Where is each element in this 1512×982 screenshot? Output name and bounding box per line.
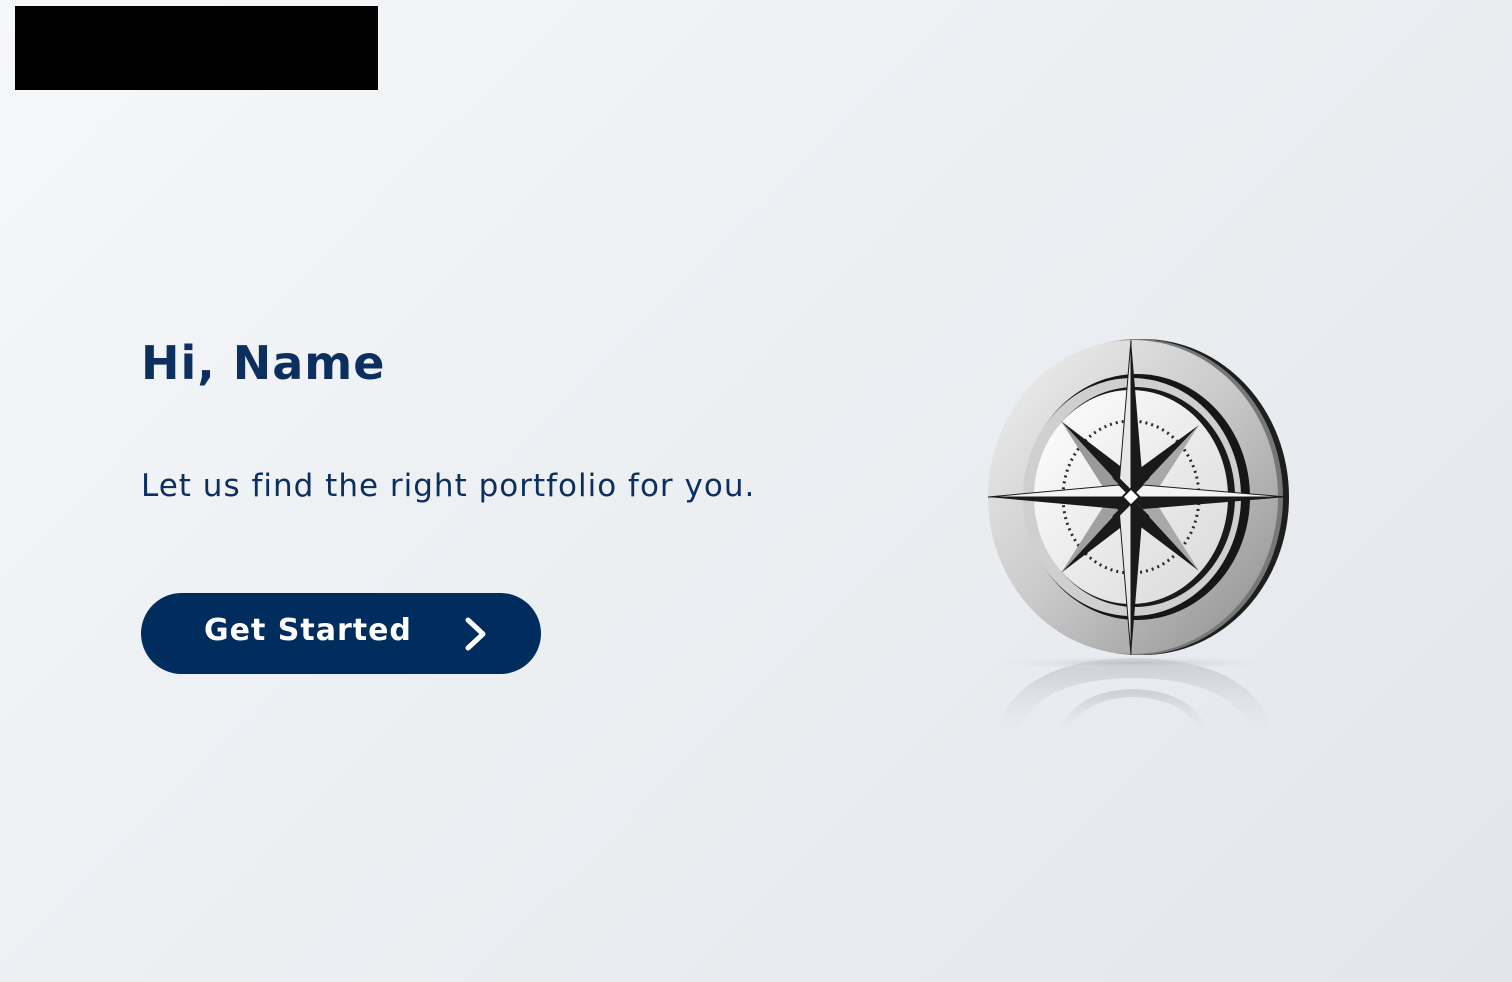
redacted-logo xyxy=(15,6,378,90)
chevron-right-icon xyxy=(465,617,486,651)
get-started-label: Get Started xyxy=(204,613,412,648)
tagline-text: Let us find the right portfolio for you. xyxy=(141,468,756,504)
greeting-heading: Hi, Name xyxy=(141,336,386,390)
get-started-button[interactable]: Get Started xyxy=(141,593,541,674)
compass-icon xyxy=(985,339,1289,747)
